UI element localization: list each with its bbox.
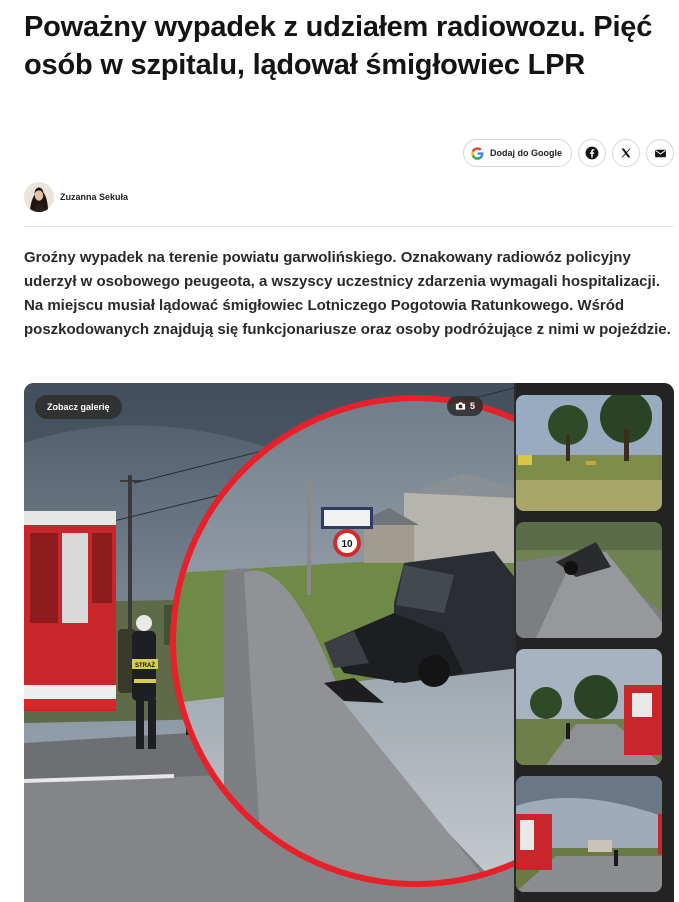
thumbnail-strip [516, 383, 674, 902]
avatar [24, 182, 54, 212]
share-mail-button[interactable] [646, 139, 674, 167]
google-icon [471, 146, 484, 160]
speed-limit-sign: 10 [341, 539, 353, 550]
photo-count: 5 [470, 401, 476, 411]
thumbnail-3[interactable] [516, 649, 662, 765]
share-x-button[interactable] [612, 139, 640, 167]
divider [24, 226, 674, 227]
thumbnail-1[interactable] [516, 395, 662, 511]
main-photo[interactable]: 10 STRAŻ [24, 383, 662, 902]
camera-icon [455, 402, 466, 410]
photo-count-badge: 5 [447, 396, 484, 416]
author-name: Zuzanna Sekuła [60, 192, 129, 202]
article-lead: Groźny wypadek na terenie powiatu garwol… [24, 249, 671, 338]
add-to-google-label: Dodaj do Google [490, 148, 562, 158]
thumbnail-4[interactable] [516, 776, 662, 892]
thumbnail-2[interactable] [516, 522, 662, 638]
share-facebook-button[interactable] [578, 139, 606, 167]
share-bar: Dodaj do Google [463, 139, 674, 167]
gallery-button[interactable]: Zobacz galerię [35, 395, 122, 419]
facebook-icon [585, 146, 599, 160]
author-block[interactable]: Zuzanna Sekuła [24, 182, 128, 212]
article-title: Poważny wypadek z udziałem radiowozu. Pi… [24, 11, 653, 81]
x-icon [621, 148, 631, 158]
add-to-google-button[interactable]: Dodaj do Google [463, 139, 572, 167]
mail-icon [654, 149, 666, 157]
truck-label: STRAŻ [135, 662, 155, 669]
photo-gallery[interactable]: 10 STRAŻ Zobacz galerię 5 [24, 383, 674, 902]
